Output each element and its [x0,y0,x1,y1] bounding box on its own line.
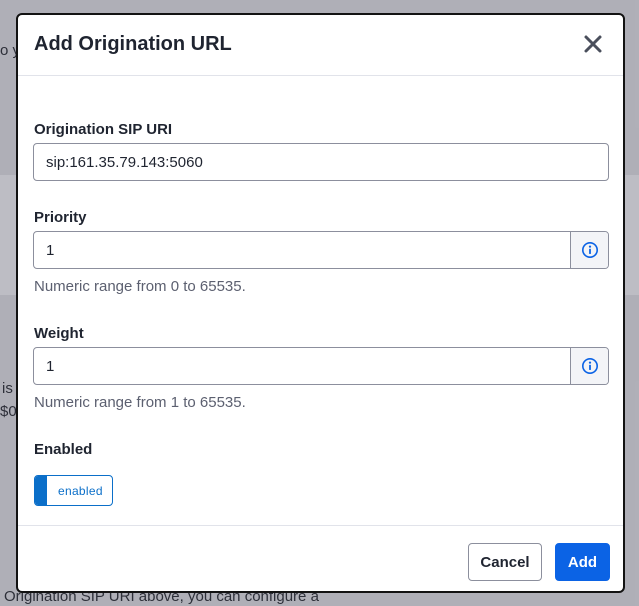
priority-input[interactable]: 1 [33,231,609,269]
info-icon [581,242,598,258]
priority-label: Priority [34,209,87,226]
cancel-button[interactable]: Cancel [468,543,542,581]
weight-input[interactable]: 1 [33,347,609,385]
info-icon [581,358,598,374]
close-button[interactable] [581,32,605,56]
add-button[interactable]: Add [555,543,610,581]
enabled-label: Enabled [34,441,93,458]
toggle-indicator [35,476,47,505]
weight-value: 1 [46,357,55,375]
weight-label: Weight [34,325,84,342]
sip-uri-label: Origination SIP URI [34,121,173,138]
priority-info-button[interactable] [570,232,608,268]
weight-info-button[interactable] [570,348,608,384]
add-origination-url-dialog: Add Origination URL Origination SIP URI … [16,13,625,593]
enabled-toggle[interactable]: enabled [34,475,113,506]
toggle-state-text: enabled [58,484,103,498]
priority-value: 1 [46,241,55,259]
dialog-title: Add Origination URL [34,33,232,55]
sip-uri-value: sip:161.35.79.143:5060 [46,153,203,171]
weight-help-text: Numeric range from 1 to 65535. [34,394,246,411]
dialog-header: Add Origination URL [18,15,623,76]
sip-uri-input[interactable]: sip:161.35.79.143:5060 [33,143,609,181]
close-icon [584,35,602,53]
priority-help-text: Numeric range from 0 to 65535. [34,278,246,295]
dialog-footer: Cancel Add [18,525,623,591]
